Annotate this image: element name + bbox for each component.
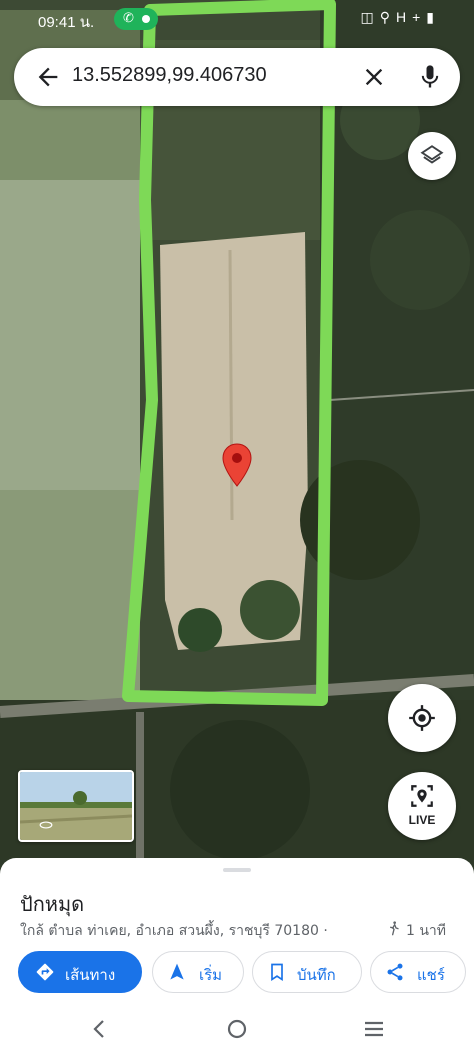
my-location-button[interactable] [388,684,456,752]
layers-button[interactable] [408,132,456,180]
street-view-thumbnail[interactable] [18,770,134,842]
call-indicator[interactable]: ✆ [114,8,158,30]
location-pin-icon[interactable] [222,443,252,487]
live-view-button[interactable]: LIVE [388,772,456,840]
network-type: H+ [395,9,427,25]
start-button[interactable]: เริ่ม [152,951,244,993]
back-arrow-icon[interactable] [34,63,62,91]
nav-recents-icon[interactable] [362,1017,386,1041]
sheet-drag-handle[interactable] [223,868,251,872]
battery-icon: ▮ [426,9,440,25]
layers-icon [420,145,444,164]
status-icons: ◫⚲H+▮ [360,9,440,26]
status-time: 09:41 น. [38,14,95,31]
live-label: LIVE [408,813,436,827]
place-address: ใกล้ ตำบล ท่าเคย, อำเภอ สวนผึ้ง, ราชบุรี… [20,923,328,939]
crosshair-icon [409,705,435,731]
walk-time: 1 นาที [406,923,447,939]
search-bar[interactable]: 13.552899,99.406730 [14,48,460,106]
status-bar: 09:41 น. ✆ ◫⚲H+▮ [0,0,474,38]
share-label: แชร์ [417,966,445,984]
microphone-icon[interactable] [416,62,444,92]
start-label: เริ่ม [199,966,223,984]
directions-label: เส้นทาง [65,966,116,984]
share-icon [387,963,403,981]
nfc-icon: ◫ [360,9,380,25]
search-input[interactable]: 13.552899,99.406730 [72,64,332,87]
bookmark-icon [271,963,283,982]
location-status-icon: ⚲ [379,9,396,25]
save-button[interactable]: บันทึก [252,951,362,993]
directions-button[interactable]: เส้นทาง [18,951,142,993]
nav-back-icon[interactable] [88,1017,112,1041]
directions-icon [36,963,54,981]
rotate-360-icon [39,821,53,829]
share-button[interactable]: แชร์ [370,951,466,993]
place-title: ปักหมุด [20,892,85,916]
save-label: บันทึก [297,966,336,984]
nav-home-icon[interactable] [225,1017,249,1041]
close-icon[interactable] [360,63,388,91]
system-nav-bar [0,1005,474,1053]
navigate-arrow-icon [170,963,184,980]
call-dot-icon [142,15,150,23]
phone-icon: ✆ [123,11,134,26]
live-view-icon [411,785,433,807]
walking-icon [390,921,399,936]
